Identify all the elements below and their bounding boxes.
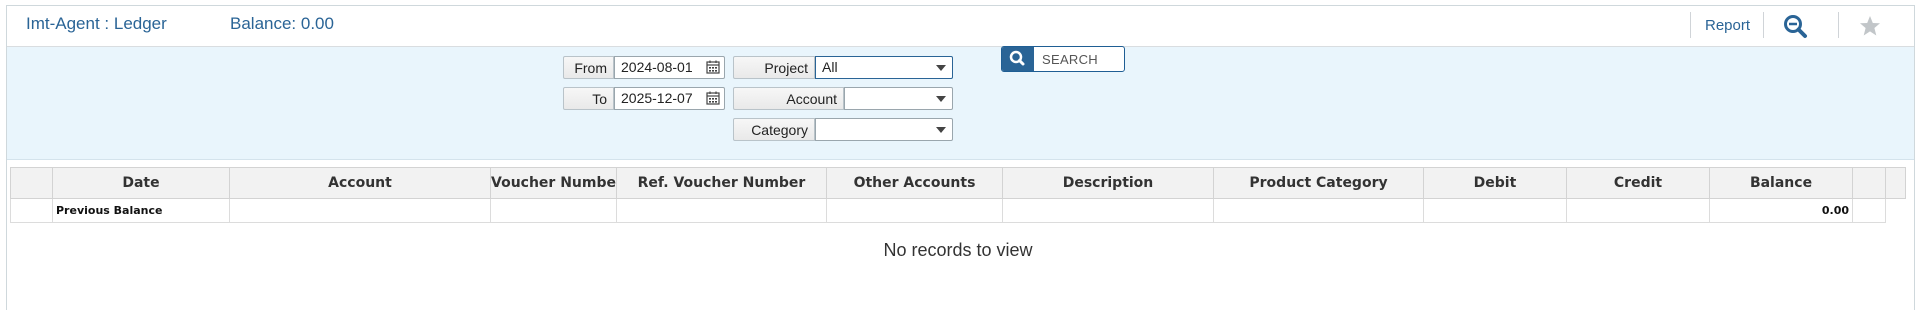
- from-date-value: 2024-08-01: [621, 59, 693, 75]
- calendar-icon[interactable]: [706, 60, 720, 74]
- search-icon: [1009, 50, 1025, 66]
- to-date-input[interactable]: 2025-12-07: [614, 87, 725, 110]
- calendar-icon[interactable]: [706, 91, 720, 105]
- column-header-product-category[interactable]: Product Category: [1213, 167, 1424, 199]
- project-label: Project: [733, 56, 815, 79]
- project-select-value: All: [822, 59, 838, 75]
- report-link[interactable]: Report: [1705, 17, 1750, 34]
- table-cell: [1213, 198, 1424, 223]
- table-cell: [229, 198, 491, 223]
- scrollbar-header: [1885, 167, 1906, 199]
- chevron-down-icon: [936, 127, 946, 133]
- account-label: Account: [733, 87, 844, 110]
- to-date-value: 2025-12-07: [621, 90, 693, 106]
- account-select[interactable]: [844, 87, 953, 110]
- search-button[interactable]: SEARCH: [1001, 46, 1125, 72]
- table-cell: [616, 198, 827, 223]
- column-header-credit[interactable]: Credit: [1566, 167, 1710, 199]
- chevron-down-icon: [936, 96, 946, 102]
- header-divider: [1763, 12, 1764, 38]
- from-date-input[interactable]: 2024-08-01: [614, 56, 725, 79]
- category-select[interactable]: [815, 118, 953, 141]
- balance-summary: Balance: 0.00: [230, 14, 334, 33]
- star-icon: [1860, 16, 1880, 36]
- empty-state-message: No records to view: [883, 240, 1033, 260]
- column-header-other-accounts[interactable]: Other Accounts: [826, 167, 1003, 199]
- row-number-header: [10, 167, 53, 199]
- table-header-row: Date Account Voucher Number Ref. Voucher…: [10, 167, 1906, 199]
- column-header-description[interactable]: Description: [1002, 167, 1214, 199]
- table-cell: [490, 198, 617, 223]
- search-icon-box: [1002, 47, 1034, 71]
- row-number-cell: [10, 198, 53, 223]
- previous-balance-value: 0.00: [1709, 198, 1853, 223]
- table-cell: [1002, 198, 1214, 223]
- category-label: Category: [733, 118, 815, 141]
- column-header-voucher-number[interactable]: Voucher Number: [490, 167, 617, 199]
- column-header-debit[interactable]: Debit: [1423, 167, 1567, 199]
- table-cell: [1566, 198, 1710, 223]
- column-header-date[interactable]: Date: [52, 167, 230, 199]
- page-title: Imt-Agent : Ledger: [26, 14, 167, 33]
- column-header-account[interactable]: Account: [229, 167, 491, 199]
- header-divider: [1690, 12, 1691, 38]
- table-cell: [1852, 198, 1886, 223]
- to-label: To: [563, 87, 614, 110]
- page-header: Imt-Agent : Ledger Balance: 0.00 Report: [7, 6, 1914, 47]
- favorite-button[interactable]: [1856, 13, 1884, 39]
- ledger-table: Date Account Voucher Number Ref. Voucher…: [10, 167, 1906, 223]
- header-divider: [1838, 12, 1839, 38]
- filter-bar: From 2024-08-01 To 2025-12-07 Project Al…: [7, 47, 1914, 160]
- table-cell: [1886, 199, 1906, 223]
- previous-balance-row: Previous Balance 0.00: [10, 198, 1906, 223]
- zoom-out-button[interactable]: [1782, 13, 1810, 39]
- chevron-down-icon: [936, 65, 946, 71]
- project-select[interactable]: All: [815, 56, 953, 79]
- ledger-panel: Imt-Agent : Ledger Balance: 0.00 Report …: [6, 5, 1915, 310]
- zoom-out-icon: [1784, 15, 1807, 38]
- column-header-balance[interactable]: Balance: [1709, 167, 1853, 199]
- from-label: From: [563, 56, 614, 79]
- search-button-label: SEARCH: [1042, 52, 1098, 67]
- table-cell: [826, 198, 1003, 223]
- column-header-ref-voucher-number[interactable]: Ref. Voucher Number: [616, 167, 827, 199]
- spacer-header: [1852, 167, 1886, 199]
- previous-balance-label: Previous Balance: [52, 198, 230, 223]
- table-cell: [1423, 198, 1567, 223]
